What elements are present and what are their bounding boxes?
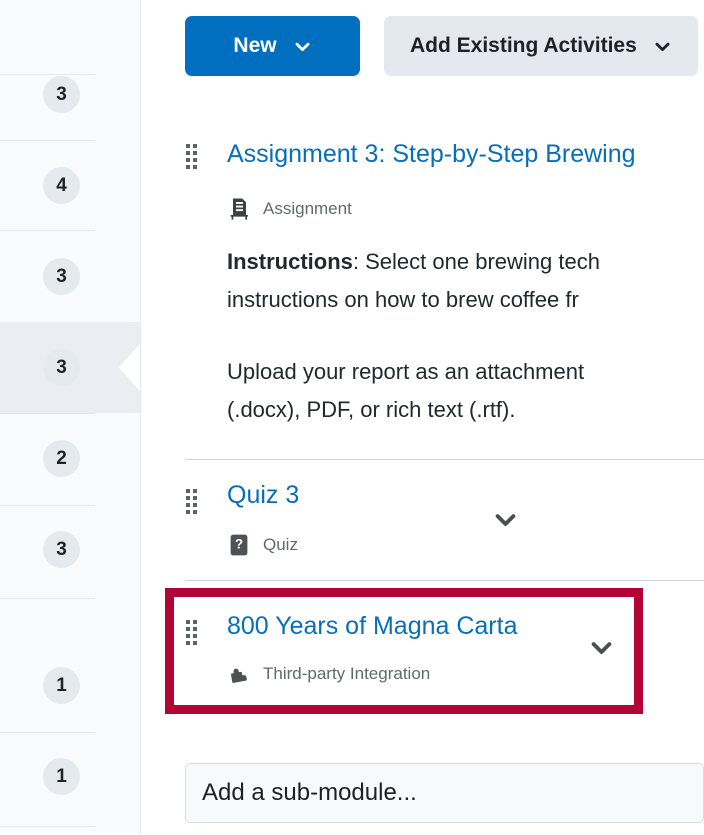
puzzle-piece-icon [227,662,251,686]
activity-type: ? Quiz [227,533,298,557]
activity-title-link[interactable]: 800 Years of Magna Carta [227,612,517,641]
activity-title-link[interactable]: Assignment 3: Step-by-Step Brewing [227,140,636,169]
new-button[interactable]: New [185,16,360,76]
activity-type: Assignment [227,197,352,221]
drag-handle-icon[interactable] [186,620,197,645]
description-bold-label: Instructions [227,249,353,274]
activity-type: Third-party Integration [227,662,430,686]
sidebar-divider [0,732,95,733]
new-button-label: New [233,34,277,57]
module-content-panel: New Add Existing Activities Assignment 3… [141,0,704,835]
list-divider [185,459,704,460]
chevron-down-icon[interactable] [492,506,519,533]
sidebar-item-count-badge[interactable]: 1 [43,667,80,704]
chevron-down-icon[interactable] [588,634,615,661]
selected-indicator-notch [119,341,140,394]
activity-type-label: Assignment [263,199,352,218]
sidebar-item-count-badge[interactable]: 3 [43,531,80,568]
chevron-down-icon [653,37,672,56]
activity-title-link[interactable]: Quiz 3 [227,481,299,510]
list-divider [185,580,704,581]
sidebar-divider [0,505,95,506]
svg-text:?: ? [235,537,243,552]
sidebar-divider [0,413,95,414]
highlight-annotation-box [165,588,643,714]
add-existing-activities-label: Add Existing Activities [410,34,637,57]
module-toolbar: New Add Existing Activities [185,16,698,76]
sidebar-item-count-badge[interactable]: 3 [43,76,80,113]
add-existing-activities-button[interactable]: Add Existing Activities [384,16,698,76]
sidebar-item-count-badge[interactable]: 2 [43,440,80,477]
sidebar-divider [0,140,95,141]
module-sidebar: 3 4 3 3 2 3 1 1 [0,0,141,835]
activity-description-line: Upload your report as an attachment [227,359,585,384]
quiz-icon: ? [227,533,251,557]
sidebar-item-count-badge[interactable]: 3 [43,349,80,386]
sidebar-divider [0,598,95,599]
sidebar-item-count-badge[interactable]: 3 [43,258,80,295]
drag-handle-icon[interactable] [186,489,197,514]
sidebar-divider [0,230,95,231]
sidebar-item-count-badge[interactable]: 4 [43,167,80,204]
activity-description-line: instructions on how to brew coffee fr [227,287,579,312]
add-sub-module-input[interactable] [185,763,704,823]
sidebar-divider [0,826,95,827]
sidebar-divider [0,74,95,75]
activity-description-line: Instructions: Select one brewing tech [227,243,600,281]
activity-type-label: Third-party Integration [263,664,431,683]
activity-type-label: Quiz [263,535,298,554]
description-text: : Select one brewing tech [352,249,600,274]
chevron-down-icon [293,37,312,56]
activity-description-line: (.docx), PDF, or rich text (.rtf). [227,397,516,422]
drag-handle-icon[interactable] [186,144,197,169]
assignment-icon [227,197,251,221]
sidebar-item-count-badge[interactable]: 1 [43,758,80,795]
module-editor-screen: 3 4 3 3 2 3 1 1 New Add Existing Activit… [0,0,704,835]
